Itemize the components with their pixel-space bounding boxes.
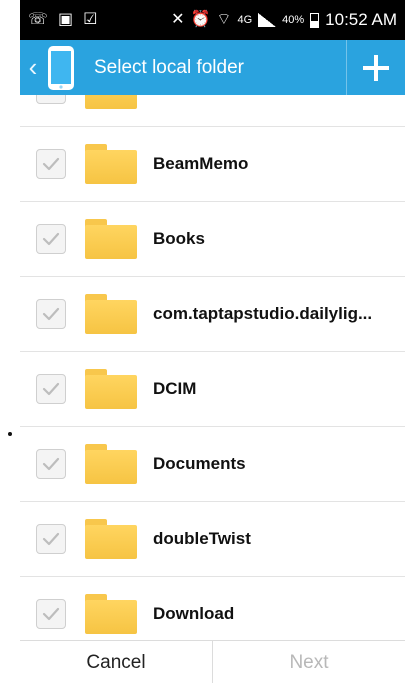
folder-name: BeamMemo: [153, 154, 249, 173]
folder-name: Download: [153, 604, 235, 623]
check-icon: [42, 382, 60, 396]
folder-checkbox[interactable]: [36, 149, 66, 179]
check-icon: [42, 307, 60, 321]
folder-row[interactable]: Documents: [20, 427, 405, 502]
app-bar: ‹ Select local folder: [20, 40, 405, 95]
device-icon: [48, 45, 74, 90]
folder-row[interactable]: DCIM: [20, 352, 405, 427]
network-type: 4G: [237, 14, 253, 26]
battery-icon: [310, 12, 320, 28]
battery-percent: 40%: [282, 14, 305, 26]
folder-name: Books: [153, 229, 205, 248]
folder-icon: [85, 519, 137, 559]
folder-row[interactable]: Download: [20, 577, 405, 640]
plus-icon: [363, 54, 389, 81]
folder-checkbox[interactable]: [36, 299, 66, 329]
alarm-icon: ⏰: [190, 11, 211, 28]
folder-checkbox[interactable]: [36, 449, 66, 479]
check-icon: [42, 607, 60, 621]
folder-icon: [85, 144, 137, 184]
stray-dot: [8, 432, 12, 436]
image-notification-icon: ▣: [58, 11, 74, 28]
check-icon: [42, 157, 60, 171]
folder-name: Audible: [153, 95, 215, 99]
clock: 10:52 AM: [325, 10, 397, 29]
folder-row[interactable]: Audible: [20, 95, 405, 127]
folder-list[interactable]: Audible BeamMemo Books com.taptapstudio.dai…: [20, 95, 405, 640]
folder-checkbox[interactable]: [36, 524, 66, 554]
signal-icon: [258, 13, 277, 27]
status-bar: ☏ ▣ ☑ ✕ ⏰ ⌔ 4G 40% 10:52 AM: [20, 0, 405, 40]
cancel-button[interactable]: Cancel: [20, 641, 213, 683]
page-title: Select local folder: [94, 56, 244, 78]
phone-call-icon: ☏: [28, 11, 49, 28]
add-folder-button[interactable]: [346, 40, 405, 95]
wifi-icon: ⌔: [216, 11, 232, 28]
folder-row[interactable]: com.taptapstudio.dailylig...: [20, 277, 405, 352]
bottom-bar: Cancel Next: [20, 640, 405, 683]
folder-list-content: Audible BeamMemo Books com.taptapstudio.dai…: [20, 95, 405, 640]
mute-icon: ✕: [171, 11, 185, 28]
clipboard-check-icon: ☑: [83, 11, 98, 28]
folder-name: Documents: [153, 454, 246, 473]
folder-name: com.taptapstudio.dailylig...: [153, 304, 373, 323]
check-icon: [42, 457, 60, 471]
folder-icon: [85, 444, 137, 484]
check-icon: [48, 95, 50, 96]
status-right-icons: ✕ ⏰ ⌔ 4G 40% 10:52 AM: [171, 10, 405, 30]
folder-icon: [85, 95, 137, 109]
folder-checkbox[interactable]: [36, 374, 66, 404]
folder-checkbox[interactable]: [36, 95, 66, 104]
status-left-icons: ☏ ▣ ☑: [20, 12, 97, 28]
check-icon: [42, 532, 60, 546]
phone-screen: ☏ ▣ ☑ ✕ ⏰ ⌔ 4G 40% 10:52 AM ‹ Select loc…: [20, 0, 405, 683]
folder-name: DCIM: [153, 379, 197, 398]
folder-row[interactable]: Books: [20, 202, 405, 277]
folder-checkbox[interactable]: [36, 224, 66, 254]
folder-icon: [85, 294, 137, 334]
back-chevron-icon[interactable]: ‹: [22, 52, 44, 83]
check-icon: [42, 232, 60, 246]
folder-checkbox[interactable]: [36, 599, 66, 629]
folder-row[interactable]: BeamMemo: [20, 127, 405, 202]
folder-icon: [85, 369, 137, 409]
folder-name: doubleTwist: [153, 529, 251, 548]
folder-icon: [85, 594, 137, 634]
next-button[interactable]: Next: [213, 641, 405, 683]
folder-row[interactable]: doubleTwist: [20, 502, 405, 577]
folder-icon: [85, 219, 137, 259]
